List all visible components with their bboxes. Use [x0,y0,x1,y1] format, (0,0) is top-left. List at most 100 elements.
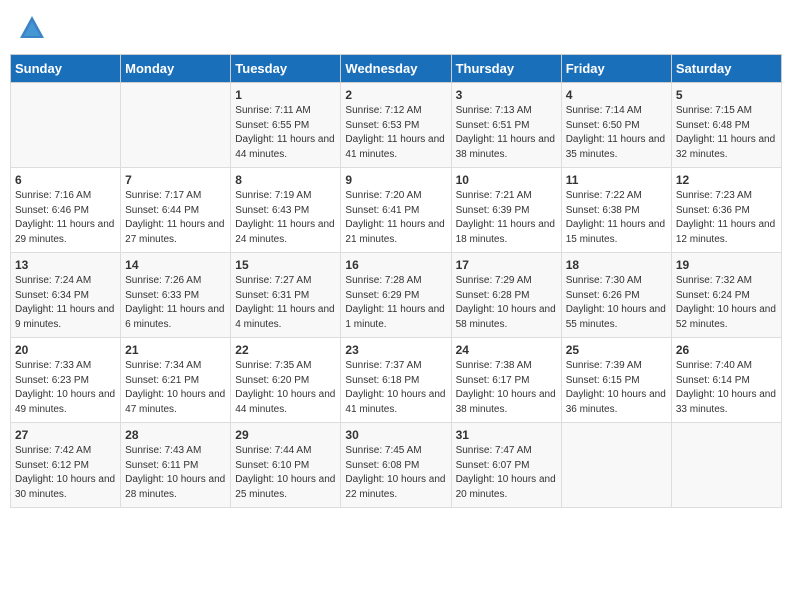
day-info-line: Sunset: 6:29 PM [345,289,446,304]
day-info-line: Sunrise: 7:43 AM [125,444,226,459]
day-info-line: Daylight: 11 hours and 32 minutes. [676,133,777,162]
day-info-line: Sunrise: 7:39 AM [566,359,667,374]
day-info-line: Daylight: 10 hours and 30 minutes. [15,473,116,502]
day-info-line: Sunrise: 7:16 AM [15,189,116,204]
calendar-cell: 28 Sunrise: 7:43 AMSunset: 6:11 PMDayligh… [121,423,231,508]
day-number: 6 [15,173,116,187]
day-info-line: Sunrise: 7:37 AM [345,359,446,374]
day-info-line: Daylight: 11 hours and 6 minutes. [125,303,226,332]
day-info-line: Sunset: 6:11 PM [125,459,226,474]
day-info-line: Daylight: 11 hours and 1 minute. [345,303,446,332]
day-info-line: Sunset: 6:36 PM [676,204,777,219]
day-info-line: Sunset: 6:53 PM [345,119,446,134]
day-info-line: Daylight: 10 hours and 47 minutes. [125,388,226,417]
day-info-line: Sunset: 6:21 PM [125,374,226,389]
week-row-1: 1Sunrise: 7:11 AMSunset: 6:55 PMDaylight… [11,83,782,168]
day-info-line: Sunset: 6:44 PM [125,204,226,219]
day-number: 28 [125,428,226,442]
calendar-cell: 12Sunrise: 7:23 AMSunset: 6:36 PMDayligh… [671,168,781,253]
day-info-line: Sunset: 6:10 PM [235,459,336,474]
day-info-line: Sunset: 6:18 PM [345,374,446,389]
week-row-5: 27Sunrise: 7:42 AMSunset: 6:12 PMDayligh… [11,423,782,508]
calendar-cell: 29Sunrise: 7:44 AMSunset: 6:10 PMDayligh… [231,423,341,508]
day-info-line: Daylight: 10 hours and 20 minutes. [456,473,557,502]
day-number: 27 [15,428,116,442]
day-info-line: Daylight: 11 hours and 4 minutes. [235,303,336,332]
day-info-line: Sunrise: 7:42 AM [15,444,116,459]
day-info-line: Sunrise: 7:12 AM [345,104,446,119]
day-number: 25 [566,343,667,357]
day-info-line: Sunrise: 7:44 AM [235,444,336,459]
day-number: 18 [566,258,667,272]
week-row-4: 20Sunrise: 7:33 AMSunset: 6:23 PMDayligh… [11,338,782,423]
day-info-line: Daylight: 10 hours and 52 minutes. [676,303,777,332]
calendar-cell: 26Sunrise: 7:40 AMSunset: 6:14 PMDayligh… [671,338,781,423]
calendar-cell: 1Sunrise: 7:11 AMSunset: 6:55 PMDaylight… [231,83,341,168]
weekday-header-wednesday: Wednesday [341,55,451,83]
calendar-cell: 30Sunrise: 7:45 AMSunset: 6:08 PMDayligh… [341,423,451,508]
day-info-line: Sunrise: 7:38 AM [456,359,557,374]
day-number: 23 [345,343,446,357]
day-info-line: Sunset: 6:41 PM [345,204,446,219]
calendar-cell: 15Sunrise: 7:27 AMSunset: 6:31 PMDayligh… [231,253,341,338]
calendar-cell: 13Sunrise: 7:24 AMSunset: 6:34 PMDayligh… [11,253,121,338]
calendar-cell: 31Sunrise: 7:47 AMSunset: 6:07 PMDayligh… [451,423,561,508]
calendar-cell: 17Sunrise: 7:29 AMSunset: 6:28 PMDayligh… [451,253,561,338]
calendar-cell: 14Sunrise: 7:26 AMSunset: 6:33 PMDayligh… [121,253,231,338]
day-info-line: Daylight: 11 hours and 38 minutes. [456,133,557,162]
day-info-line: Daylight: 10 hours and 28 minutes. [125,473,226,502]
day-number: 17 [456,258,557,272]
day-number: 8 [235,173,336,187]
day-info-line: Sunrise: 7:11 AM [235,104,336,119]
day-number: 16 [345,258,446,272]
day-number: 10 [456,173,557,187]
day-number: 11 [566,173,667,187]
calendar-cell: 18Sunrise: 7:30 AMSunset: 6:26 PMDayligh… [561,253,671,338]
day-info-line: Daylight: 11 hours and 24 minutes. [235,218,336,247]
day-number: 12 [676,173,777,187]
day-info-line: Daylight: 11 hours and 29 minutes. [15,218,116,247]
day-info-line: Sunrise: 7:35 AM [235,359,336,374]
weekday-header-row: SundayMondayTuesdayWednesdayThursdayFrid… [11,55,782,83]
day-info-line: Sunset: 6:31 PM [235,289,336,304]
day-info-line: Daylight: 10 hours and 25 minutes. [235,473,336,502]
day-number: 31 [456,428,557,442]
day-info-line: Sunrise: 7:13 AM [456,104,557,119]
day-info-line: Sunset: 6:39 PM [456,204,557,219]
calendar-cell: 16 Sunrise: 7:28 AMSunset: 6:29 PMDayligh… [341,253,451,338]
day-number: 24 [456,343,557,357]
day-info-line: Sunset: 6:15 PM [566,374,667,389]
calendar-cell [671,423,781,508]
calendar-cell: 22Sunrise: 7:35 AMSunset: 6:20 PMDayligh… [231,338,341,423]
day-number: 5 [676,88,777,102]
calendar-cell: 19Sunrise: 7:32 AMSunset: 6:24 PMDayligh… [671,253,781,338]
day-number: 1 [235,88,336,102]
day-info-line: Sunrise: 7:19 AM [235,189,336,204]
week-row-3: 13Sunrise: 7:24 AMSunset: 6:34 PMDayligh… [11,253,782,338]
day-info-line: Sunrise: 7:20 AM [345,189,446,204]
day-info-line: Sunrise: 7:27 AM [235,274,336,289]
day-info-line: Sunrise: 7:34 AM [125,359,226,374]
day-info-line: Sunrise: 7:28 AM [345,274,446,289]
weekday-header-monday: Monday [121,55,231,83]
day-number: 26 [676,343,777,357]
day-info-line: Daylight: 11 hours and 9 minutes. [15,303,116,332]
calendar-cell [121,83,231,168]
day-info-line: Sunrise: 7:14 AM [566,104,667,119]
day-info-line: Sunset: 6:48 PM [676,119,777,134]
calendar-cell: 23Sunrise: 7:37 AMSunset: 6:18 PMDayligh… [341,338,451,423]
day-info-line: Sunset: 6:43 PM [235,204,336,219]
day-info-line: Daylight: 10 hours and 36 minutes. [566,388,667,417]
day-info-line: Sunrise: 7:30 AM [566,274,667,289]
day-number: 4 [566,88,667,102]
calendar-cell: 10Sunrise: 7:21 AMSunset: 6:39 PMDayligh… [451,168,561,253]
logo-icon [18,14,46,42]
day-info-line: Sunset: 6:17 PM [456,374,557,389]
day-info-line: Sunset: 6:12 PM [15,459,116,474]
day-number: 7 [125,173,226,187]
weekday-header-thursday: Thursday [451,55,561,83]
calendar-cell: 3Sunrise: 7:13 AMSunset: 6:51 PMDaylight… [451,83,561,168]
day-number: 19 [676,258,777,272]
day-info-line: Sunrise: 7:24 AM [15,274,116,289]
calendar-cell: 24Sunrise: 7:38 AMSunset: 6:17 PMDayligh… [451,338,561,423]
